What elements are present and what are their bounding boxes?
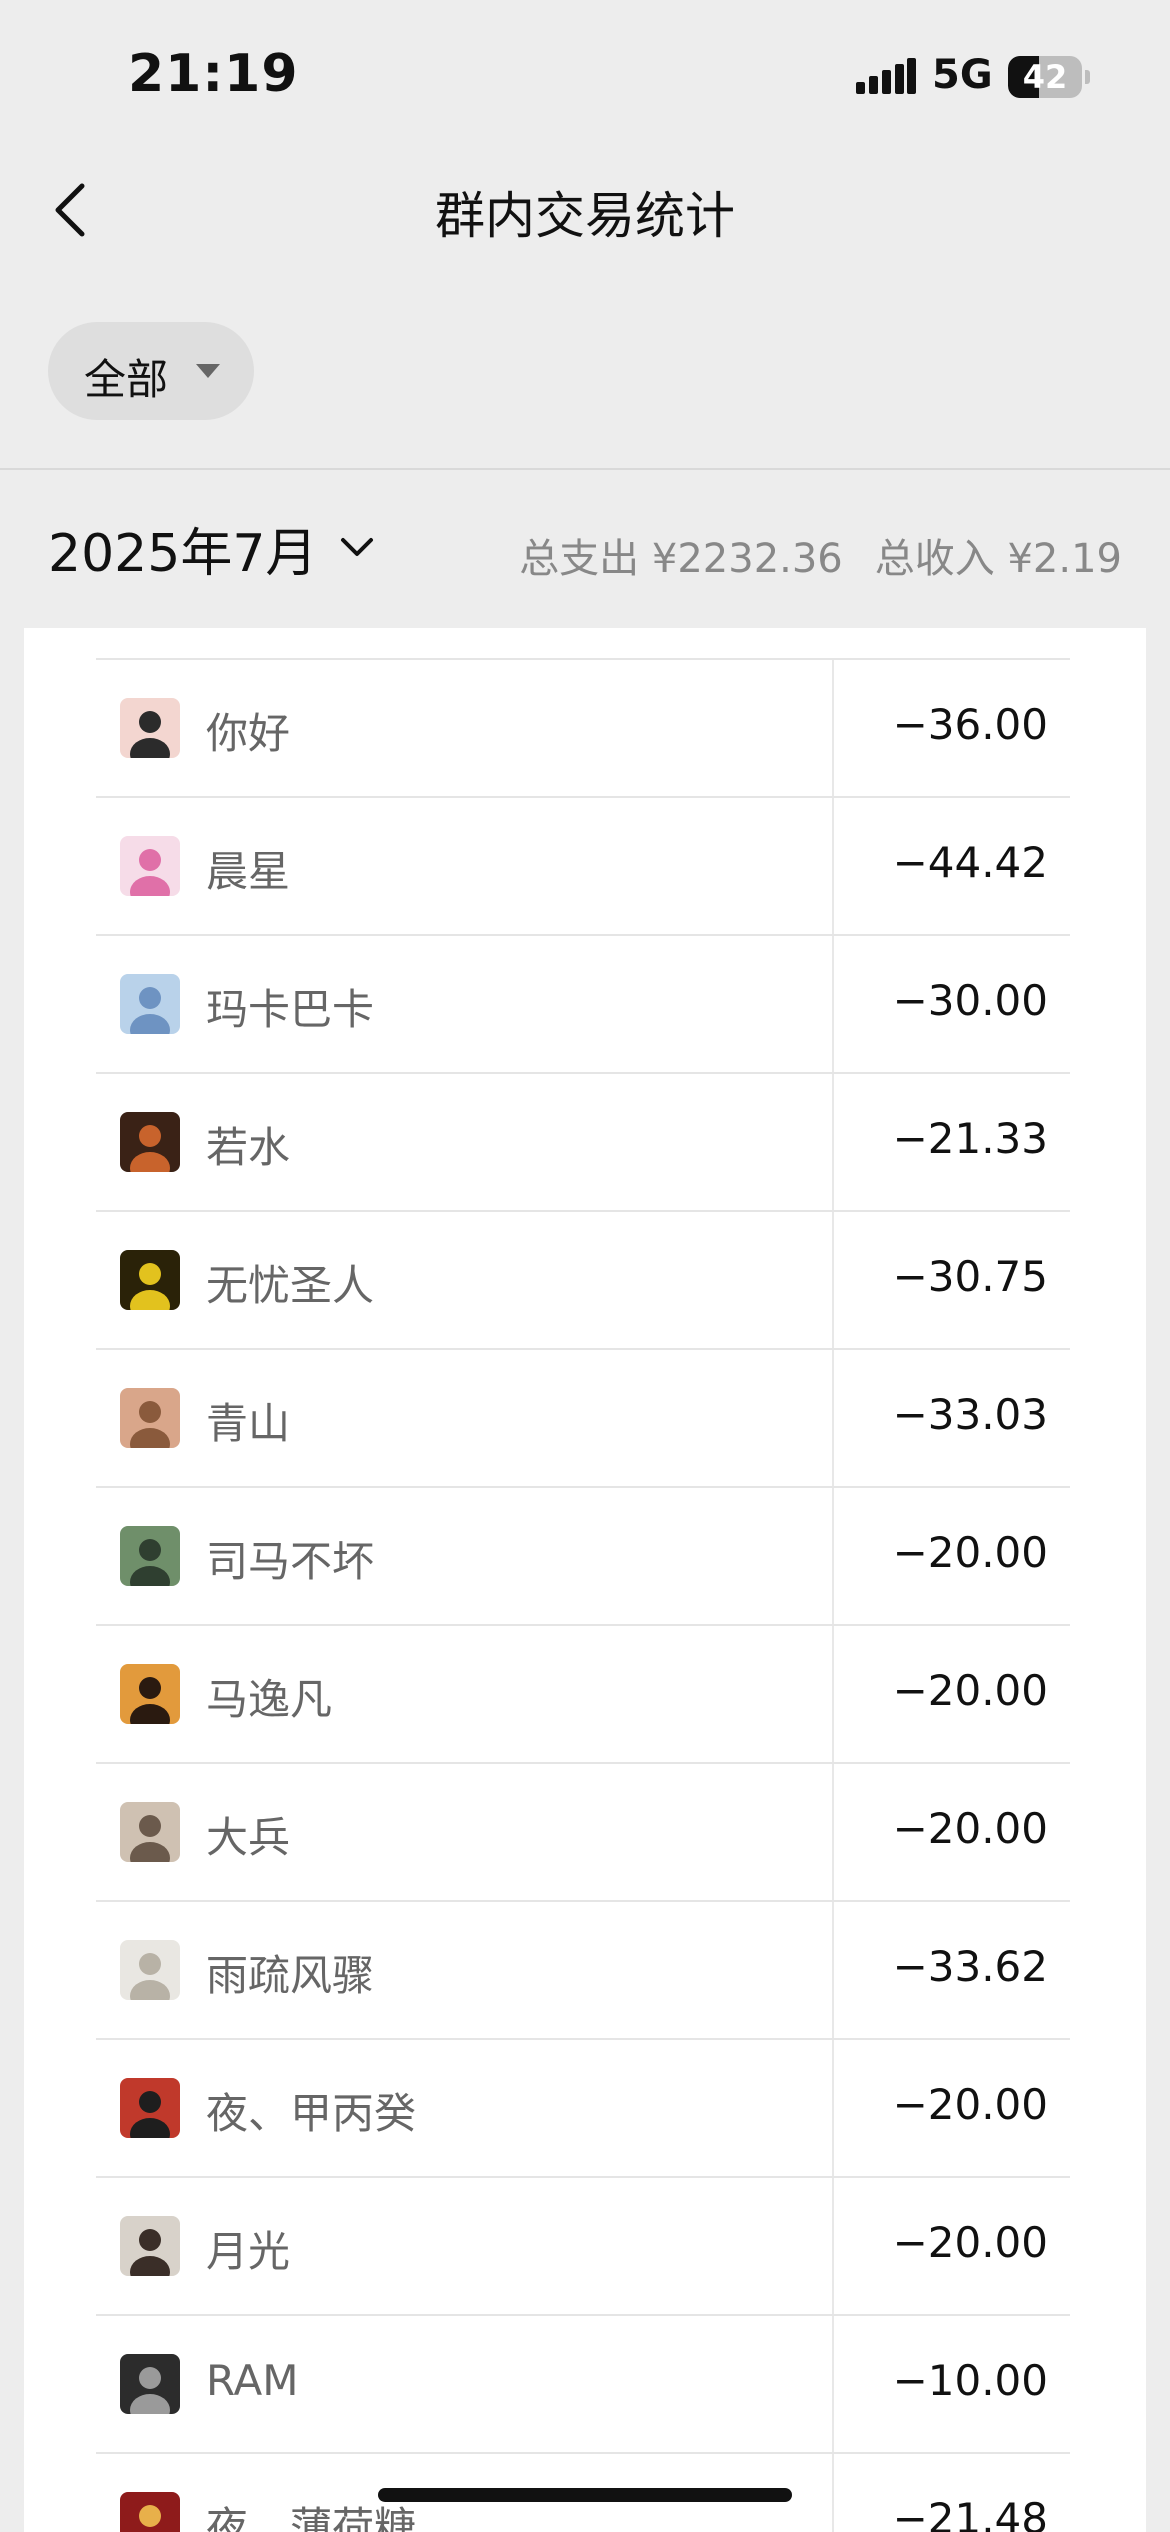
month-label: 2025年7月 [48,523,318,584]
member-avatar [120,1526,180,1586]
transaction-amount: −33.03 [892,1390,1048,1439]
chevron-down-icon [335,526,379,570]
transaction-row[interactable]: 无忧圣人 −30.75 [96,1210,1070,1348]
transaction-amount: −20.00 [892,2218,1048,2267]
column-divider [832,660,834,796]
transaction-row[interactable]: 你好 −36.00 [96,658,1070,796]
transaction-amount: −21.33 [892,1114,1048,1163]
navigation-bar: 群内交易统计 [0,150,1170,270]
member-avatar [120,2492,180,2532]
member-avatar [120,1250,180,1310]
member-avatar [120,698,180,758]
transaction-list-panel: 你好 −36.00 晨星 −44.42 玛卡巴卡 −30.00 若水 −21.33 无忧圣人 −3… [24,628,1146,2532]
member-name: 雨疏风骤 [206,1951,375,2000]
transaction-row[interactable]: 雨疏风骤 −33.62 [96,1900,1070,2038]
transaction-amount: −30.75 [892,1252,1048,1301]
member-name: 大兵 [206,1813,291,1862]
totals: 总支出 ¥2232.36 总收入 ¥2.19 [519,526,1122,584]
member-name: 无忧圣人 [206,1261,375,1310]
status-bar: 21:19 5G 42 [0,0,1170,150]
member-name: 月光 [206,2227,291,2276]
member-name: 若水 [206,1123,291,1172]
column-divider [832,1212,834,1348]
member-avatar [120,1940,180,2000]
column-divider [832,2454,834,2532]
transaction-amount: −20.00 [892,1804,1048,1853]
cellular-signal-icon [856,58,916,98]
column-divider [832,2178,834,2314]
member-avatar [120,836,180,896]
column-divider [832,2040,834,2176]
transaction-amount: −36.00 [892,700,1048,749]
filter-label: 全部 [84,355,169,404]
column-divider [832,1764,834,1900]
battery-icon: 42 [1008,56,1090,98]
member-avatar [120,1802,180,1862]
column-divider [832,2316,834,2452]
status-time: 21:19 [128,44,299,104]
member-name: 马逸凡 [206,1675,333,1724]
transaction-row[interactable]: 大兵 −20.00 [96,1762,1070,1900]
transaction-list: 你好 −36.00 晨星 −44.42 玛卡巴卡 −30.00 若水 −21.33 无忧圣人 −3… [96,658,1070,2532]
transaction-amount: −20.00 [892,1528,1048,1577]
transaction-row[interactable]: 晨星 −44.42 [96,796,1070,934]
home-indicator[interactable] [378,2488,792,2502]
member-avatar [120,1112,180,1172]
caret-down-icon [196,364,220,378]
transaction-amount: −30.00 [892,976,1048,1025]
column-divider [832,1350,834,1486]
transaction-amount: −20.00 [892,2080,1048,2129]
transaction-row[interactable]: 司马不坏 −20.00 [96,1486,1070,1624]
total-expense: 总支出 ¥2232.36 [519,536,843,582]
member-name: 玛卡巴卡 [206,985,375,1034]
transaction-row[interactable]: 青山 −33.03 [96,1348,1070,1486]
battery-level: 42 [1022,58,1068,96]
app-screen: 21:19 5G 42 群内交易统计 全部 2025年7月 总支出 ¥2232.… [0,0,1170,2532]
transaction-amount: −20.00 [892,1666,1048,1715]
column-divider [832,936,834,1072]
transaction-row[interactable]: 马逸凡 −20.00 [96,1624,1070,1762]
transaction-amount: −10.00 [892,2356,1048,2405]
member-name: 夜、甲丙癸 [206,2089,417,2138]
column-divider [832,1902,834,2038]
column-divider [832,798,834,934]
member-avatar [120,2216,180,2276]
transaction-amount: −21.48 [892,2494,1048,2532]
member-avatar [120,1664,180,1724]
member-name: 青山 [206,1399,291,1448]
month-summary-row: 2025年7月 总支出 ¥2232.36 总收入 ¥2.19 [0,470,1170,626]
member-name: 你好 [206,709,291,758]
transaction-row[interactable]: 玛卡巴卡 −30.00 [96,934,1070,1072]
member-avatar [120,974,180,1034]
transaction-row[interactable]: RAM −10.00 [96,2314,1070,2452]
member-name: 晨星 [206,847,291,896]
column-divider [832,1488,834,1624]
transaction-row[interactable]: 若水 −21.33 [96,1072,1070,1210]
transaction-amount: −33.62 [892,1942,1048,1991]
member-avatar [120,2078,180,2138]
member-avatar [120,1388,180,1448]
month-selector[interactable]: 2025年7月 [48,516,379,584]
transaction-row[interactable]: 月光 −20.00 [96,2176,1070,2314]
transaction-row[interactable]: 夜、甲丙癸 −20.00 [96,2038,1070,2176]
chevron-left-icon [55,183,85,237]
member-name: 司马不坏 [206,1537,375,1586]
back-button[interactable] [36,172,112,248]
transaction-amount: −44.42 [892,838,1048,887]
total-income: 总收入 ¥2.19 [874,536,1122,582]
filter-bar: 全部 [0,270,1170,470]
column-divider [832,1074,834,1210]
member-avatar [120,2354,180,2414]
column-divider [832,1626,834,1762]
member-name: RAM [206,2356,299,2405]
network-type: 5G [932,52,993,98]
page-title: 群内交易统计 [435,187,735,245]
filter-dropdown[interactable]: 全部 [48,322,254,420]
